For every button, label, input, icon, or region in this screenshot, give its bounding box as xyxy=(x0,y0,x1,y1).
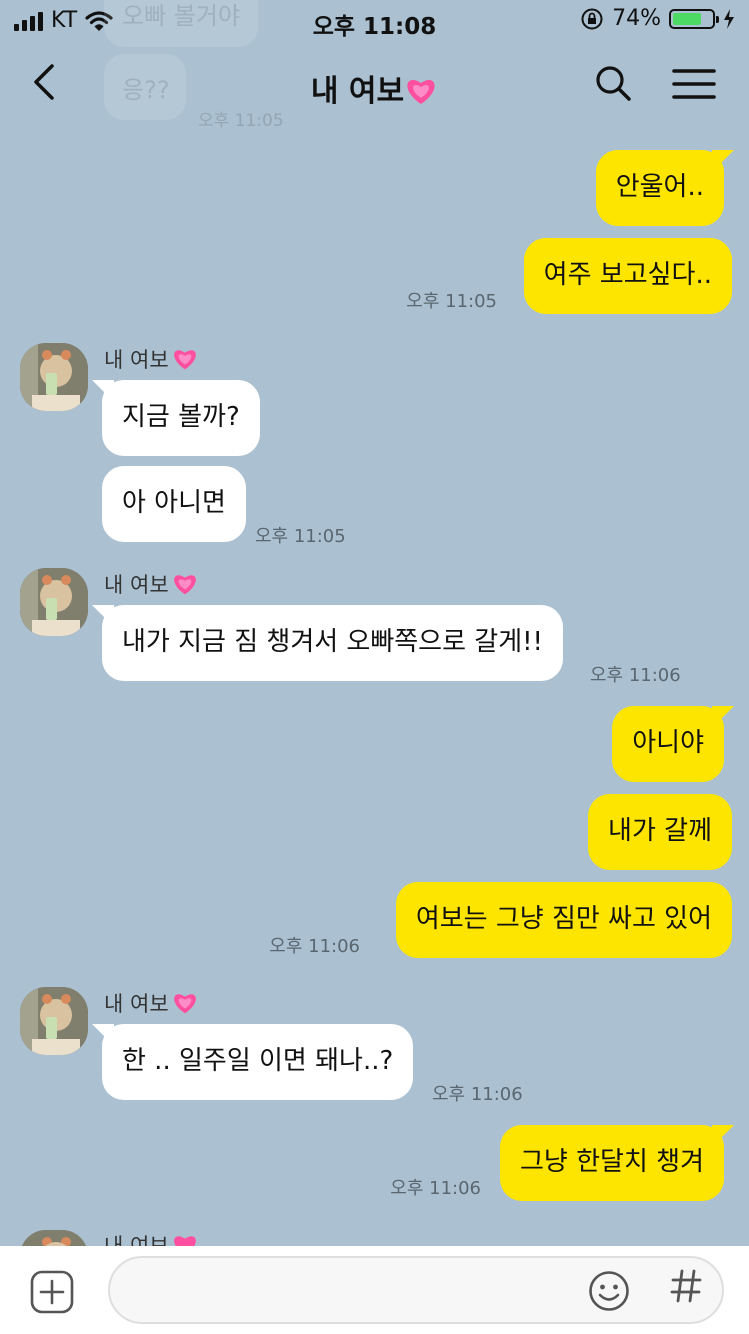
message-timestamp: 오후 11:06 xyxy=(390,1178,481,1199)
message-timestamp: 오후 11:06 xyxy=(590,665,681,686)
sender-name: 내 여보 xyxy=(104,988,199,1018)
message-text: 여주 보고싶다.. xyxy=(543,260,712,290)
status-right: 74% xyxy=(580,6,735,31)
message-text: 그냥 한달치 챙겨 xyxy=(520,1147,704,1177)
menu-button[interactable] xyxy=(672,68,716,104)
ghost-bubble-top: 오빠 볼거야 xyxy=(104,0,259,47)
search-button[interactable] xyxy=(594,64,632,106)
my-message-bubble[interactable]: 안울어.. xyxy=(595,150,735,226)
message-text: 여보는 그냥 짐만 싸고 있어 xyxy=(415,904,712,934)
orientation-lock-icon xyxy=(581,8,603,29)
avatar[interactable] xyxy=(20,343,88,411)
message-text: 아니야 xyxy=(632,728,704,758)
sender-name: 내 여보 xyxy=(104,344,199,374)
their-message-bubble[interactable]: 지금 볼까? xyxy=(92,380,260,456)
hash-icon xyxy=(670,1269,702,1303)
chat-title-text: 내 여보 xyxy=(310,74,405,109)
charging-icon xyxy=(724,8,734,29)
message-input-bar xyxy=(0,1246,749,1334)
their-message-bubble[interactable]: 내가 지금 짐 챙겨서 오빠쪽으로 갈게!! xyxy=(92,605,563,681)
their-message-bubble[interactable]: 아 아니면 xyxy=(102,466,246,542)
plus-square-icon xyxy=(30,1270,74,1314)
hamburger-menu-icon xyxy=(672,69,716,99)
my-message-bubble[interactable]: 그냥 한달치 챙겨 xyxy=(500,1125,734,1201)
sender-name: 내 여보 xyxy=(104,569,199,599)
message-text: 아 아니면 xyxy=(122,488,226,518)
heart-icon xyxy=(173,994,196,1014)
message-timestamp: 오후 11:06 xyxy=(432,1084,523,1105)
heart-icon xyxy=(407,79,435,104)
message-input[interactable] xyxy=(108,1256,724,1324)
my-message-bubble[interactable]: 여보는 그냥 짐만 싸고 있어 xyxy=(395,882,732,958)
message-timestamp: 오후 11:05 xyxy=(255,526,346,547)
sender-name-text: 내 여보 xyxy=(104,573,169,597)
sender-name-text: 내 여보 xyxy=(104,348,169,372)
my-message-bubble[interactable]: 아니야 xyxy=(612,706,734,782)
avatar-image xyxy=(20,987,88,1055)
my-message-bubble[interactable]: 여주 보고싶다.. xyxy=(523,238,732,314)
attach-button[interactable] xyxy=(30,1270,74,1318)
battery-percent: 74% xyxy=(612,6,661,31)
chat-header: 내 여보 xyxy=(0,42,749,128)
avatar[interactable] xyxy=(20,568,88,636)
avatar-image xyxy=(20,343,88,411)
battery-icon xyxy=(669,8,719,29)
heart-icon xyxy=(173,575,196,595)
heart-icon xyxy=(173,350,196,370)
message-text: 내가 갈께 xyxy=(608,816,712,846)
my-message-bubble[interactable]: 내가 갈께 xyxy=(588,794,732,870)
message-text: 안울어.. xyxy=(615,172,704,202)
avatar[interactable] xyxy=(20,987,88,1055)
search-icon xyxy=(596,66,631,101)
chat-title: 내 여보 xyxy=(0,66,749,110)
message-timestamp: 오후 11:06 xyxy=(269,936,360,957)
message-timestamp: 오후 11:05 xyxy=(406,291,497,312)
hashtag-button[interactable] xyxy=(670,1268,702,1313)
avatar-image xyxy=(20,568,88,636)
ghost-top-text: 오빠 볼거야 xyxy=(122,2,241,30)
sender-name-text: 내 여보 xyxy=(104,992,169,1016)
their-message-bubble[interactable]: 한 .. 일주일 이면 돼나..? xyxy=(91,1024,414,1100)
message-text: 한 .. 일주일 이면 돼나..? xyxy=(122,1046,394,1076)
emoji-button[interactable] xyxy=(588,1270,630,1316)
message-text: 지금 볼까? xyxy=(122,402,240,432)
message-text: 내가 지금 짐 챙겨서 오빠쪽으로 갈게!! xyxy=(122,627,543,657)
smiley-icon xyxy=(589,1271,629,1311)
